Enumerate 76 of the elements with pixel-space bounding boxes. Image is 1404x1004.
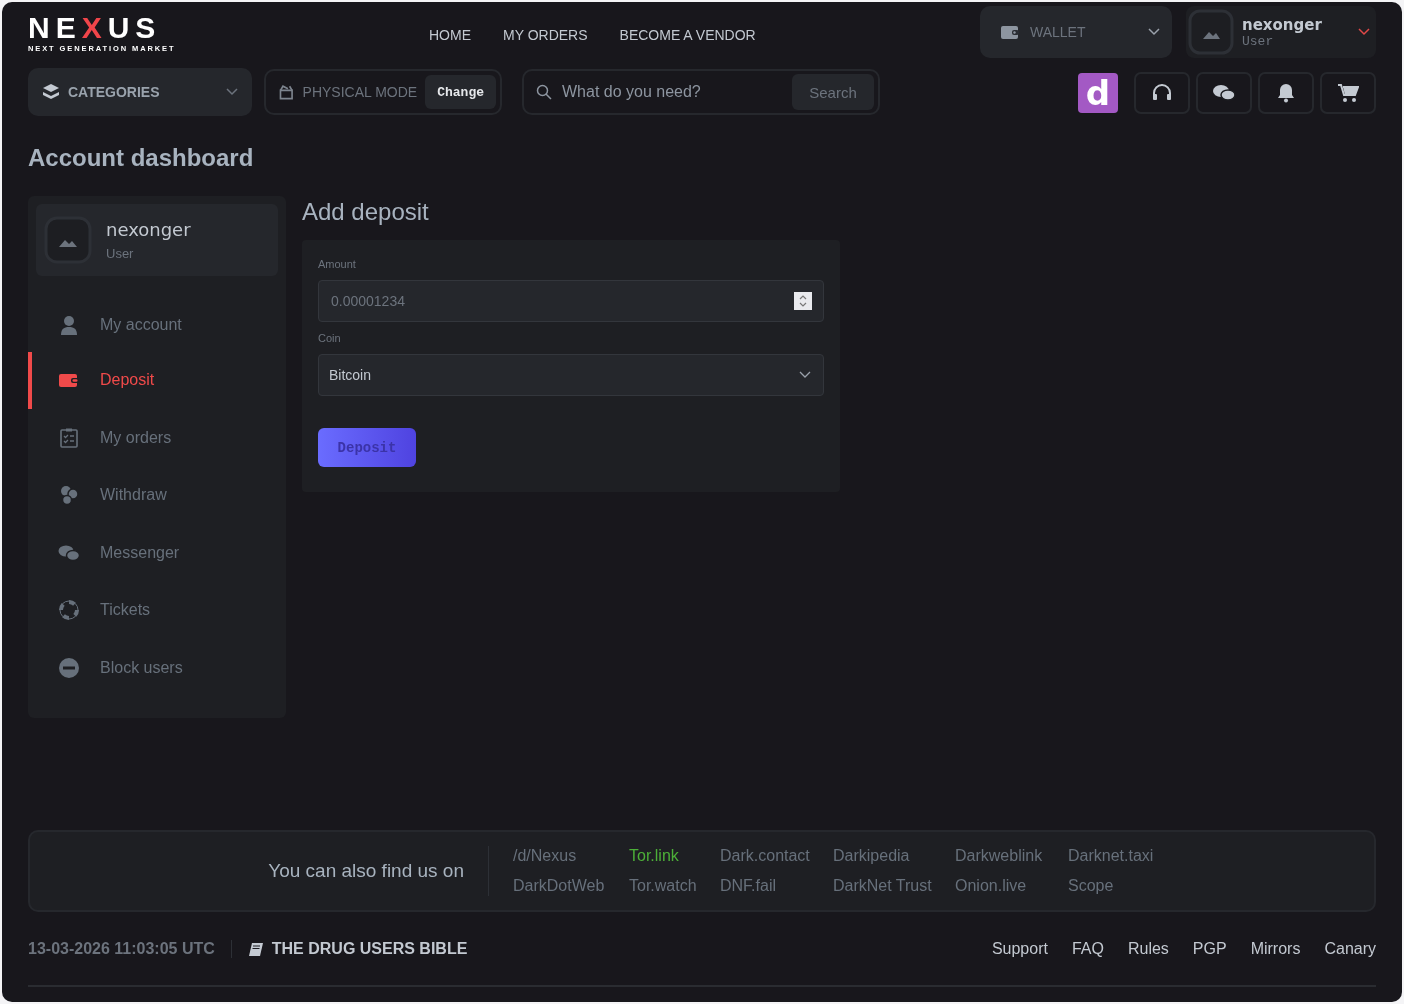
box-icon [278,83,295,101]
search-button[interactable]: Search [792,74,874,110]
wallet-icon [1000,24,1020,40]
sidebar-item[interactable]: My account [28,296,286,354]
mirror-link[interactable]: Dark.contact [720,847,833,865]
sidebar-item[interactable]: Withdraw [28,466,286,524]
user-menu[interactable]: nexonger User [1186,6,1376,58]
chevron-down-icon [799,371,811,379]
page-title: Account dashboard [28,144,255,173]
mirror-link[interactable]: /d/Nexus [513,847,629,865]
coins-icon [58,484,80,507]
guide-link[interactable]: THE DRUG USERS BIBLE [247,940,468,958]
profile-name: nexonger [106,219,191,240]
deposit-button[interactable]: Deposit [318,428,416,467]
cart-icon [1337,83,1359,103]
layers-icon [42,83,60,101]
sidebar-item[interactable]: Messenger [28,524,286,582]
chevron-down-icon [226,88,238,96]
search-field[interactable]: What do you need? Search [522,69,880,115]
coin-select[interactable]: Bitcoin [318,354,824,396]
clipboard-icon [58,427,80,448]
nav-link[interactable]: BECOME A VENDOR [619,27,756,43]
categories-dropdown[interactable]: CATEGORIES [28,68,252,116]
mirror-link[interactable]: Tor.watch [629,877,720,895]
field-label: Amount [318,258,357,270]
mirror-link[interactable]: DNF.fail [720,877,833,895]
nav-link[interactable]: HOME [429,27,471,43]
person-icon [58,314,80,335]
support-button[interactable] [1134,72,1190,114]
mirror-link[interactable]: DarkNet Trust [833,877,955,895]
wallet-icon [58,372,80,389]
sidebar-item[interactable]: Block users [28,639,286,697]
spinner-icon [794,292,812,310]
profile-role: User [106,246,135,261]
chevron-down-icon [1148,28,1160,36]
mirror-link[interactable]: Scope [1068,877,1188,895]
timestamp: 13-03-2026 11:03:05 UTC [28,940,232,958]
footer-link[interactable]: Rules [1127,940,1169,958]
footer-link[interactable]: Mirrors [1250,940,1301,958]
notifications-button[interactable] [1258,72,1314,114]
logo-wordmark[interactable]: NE X US [28,15,162,41]
bell-icon [1277,83,1295,103]
field-label: Coin [318,332,342,344]
chat-icon [58,543,80,562]
find-us-text: You can also find us on [30,846,489,896]
footer-link[interactable]: Canary [1324,940,1376,958]
mirror-link[interactable]: DarkDotWeb [513,877,629,895]
mirror-link[interactable]: Tor.link [629,847,720,865]
mode-label: PHYSICAL MODE [302,84,418,100]
mirror-link[interactable]: Onion.live [955,877,1068,895]
lifebuoy-icon [58,600,80,621]
section-title: Add deposit [302,198,430,226]
amount-field[interactable]: 0.00001234 [318,280,824,322]
wallet-dropdown[interactable]: WALLET [980,6,1172,58]
change-button[interactable]: Change [425,75,496,109]
book-icon [247,941,264,957]
cart-button[interactable] [1320,72,1376,114]
footer-link[interactable]: Support [991,940,1048,958]
block-icon [58,657,80,678]
sidebar-item[interactable]: Deposit [28,351,286,409]
avatar-icon [44,216,92,264]
sidebar-item[interactable]: Tickets [28,581,286,639]
mirror-link[interactable]: Darkipedia [833,847,955,865]
forum-button[interactable]: d [1078,73,1118,113]
chevron-down-icon [1358,28,1370,36]
headset-icon [1151,83,1173,103]
chat-icon [1212,84,1236,102]
footer-link[interactable]: FAQ [1071,940,1104,958]
mirror-link[interactable]: Darknet.taxi [1068,847,1188,865]
footer-link[interactable]: PGP [1192,940,1227,958]
mirror-link[interactable]: Darkweblink [955,847,1068,865]
avatar-icon [1188,9,1234,55]
search-icon [536,84,552,100]
sidebar-item[interactable]: My orders [28,409,286,467]
messages-button[interactable] [1196,72,1252,114]
nav-link[interactable]: MY ORDERS [503,27,588,43]
